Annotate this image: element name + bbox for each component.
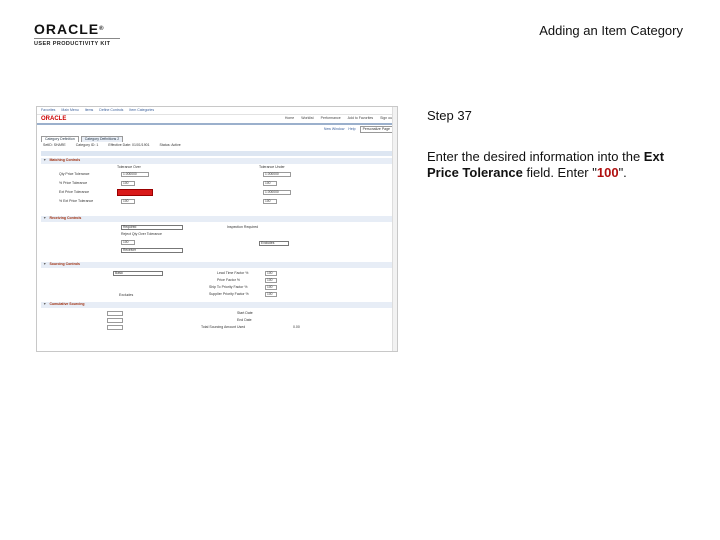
- page-link-row: New Window Help Personalize Page: [37, 125, 397, 134]
- nav-item[interactable]: Item Categories: [129, 108, 154, 113]
- receiving-required-select[interactable]: Required: [121, 224, 183, 230]
- help-link[interactable]: Help: [348, 127, 355, 132]
- header-link-add-favorites[interactable]: Add to Favorites: [348, 117, 373, 121]
- nav-item[interactable]: Favorites: [41, 108, 55, 113]
- total-sourcing-amount-value: 0.00: [293, 324, 300, 329]
- inspection-required-checkbox[interactable]: Inspection Required: [227, 225, 258, 230]
- ext-price-tolerance-label: Ext Price Tolerance: [59, 189, 90, 194]
- header-links: Home Worklist Performance Add to Favorit…: [285, 117, 393, 121]
- header-link-worklist[interactable]: Worklist: [301, 117, 313, 121]
- price-factor-label: Price Factor %: [217, 277, 240, 282]
- logo-subtitle: USER PRODUCTIVITY KIT: [34, 41, 111, 47]
- cumulative-end-date-label: End Date: [237, 317, 252, 322]
- slide-title: Adding an Item Category: [539, 23, 683, 38]
- qty-price-tolerance-label: Qty Price Tolerance: [59, 171, 90, 176]
- nav-item[interactable]: Main Menu: [61, 108, 78, 113]
- ship-to-priority-factor-input[interactable]: 100: [265, 284, 277, 290]
- personalize-page-link[interactable]: Personalize Page: [359, 125, 393, 134]
- cumulative-amount-input[interactable]: [107, 324, 123, 330]
- cumulative-end-date-input[interactable]: [107, 317, 123, 323]
- app-header: ORACLE Home Worklist Performance Add to …: [37, 115, 397, 125]
- pct-price-tolerance-over-input[interactable]: 100: [121, 180, 135, 186]
- header-link-home[interactable]: Home: [285, 117, 294, 121]
- tab-category-definitions-2[interactable]: Category Definitions 2: [80, 135, 124, 142]
- pct-price-tolerance-under-input[interactable]: 100: [263, 180, 277, 186]
- sourcing-body: Basic Lead Time Factor % 100 Price Facto…: [37, 270, 397, 300]
- matching-body: Tolerance Over Tolerance Under Qty Price…: [37, 164, 397, 214]
- qty-price-tolerance-under-input[interactable]: 1.000000: [263, 171, 291, 177]
- setid-field: SetID: SHARE: [43, 143, 66, 147]
- collapse-triangle-icon[interactable]: ▼: [43, 216, 46, 221]
- cumulative-body: Start Date End Date Total Sourcing Amoun…: [37, 310, 397, 336]
- receive-line-select[interactable]: Receiver: [121, 247, 183, 253]
- price-factor-input[interactable]: 100: [265, 277, 277, 283]
- section-sourcing-controls[interactable]: ▼ Sourcing Controls: [41, 261, 393, 268]
- app-screenshot: Favorites Main Menu Items Define Control…: [36, 106, 398, 352]
- step-label: Step 37: [427, 108, 472, 123]
- supplier-priority-factor-input[interactable]: 100: [265, 291, 277, 297]
- section-matching-controls[interactable]: ▼ Matching Controls: [41, 157, 393, 164]
- header-fields: SetID: SHARE Category ID: 1 Effective Da…: [37, 142, 397, 150]
- receiving-body: Required Reject Qty Over Tolerance 100 R…: [37, 224, 397, 260]
- page-tabs: Category Definition Category Definitions…: [37, 134, 397, 142]
- category-id-field: Category ID: 1: [75, 143, 99, 147]
- vertical-scrollbar[interactable]: [392, 107, 397, 351]
- logo-divider: [34, 38, 120, 39]
- ext-price-tolerance-under-input[interactable]: 1.000000: [263, 189, 291, 195]
- reject-qty-over-tolerance-checkbox[interactable]: Reject Qty Over Tolerance: [121, 232, 162, 237]
- inspection-select[interactable]: Excludes: [259, 240, 289, 246]
- detail-strip: [41, 150, 393, 156]
- lead-time-factor-input[interactable]: 100: [265, 270, 277, 276]
- pct-ext-price-tolerance-label: % Ext Price Tolerance: [59, 198, 94, 203]
- lead-time-factor-label: Lead Time Factor %: [217, 270, 249, 275]
- qty-price-tolerance-over-input[interactable]: 1.000000: [121, 171, 149, 177]
- total-sourcing-amount-label: Total Sourcing Amount Used: [201, 324, 246, 329]
- effective-date-field: Effective Date: 01/01/1901: [108, 143, 150, 147]
- collapse-triangle-icon[interactable]: ▼: [43, 302, 46, 307]
- new-window-link[interactable]: New Window: [324, 127, 344, 132]
- pct-ext-price-tolerance-under-input[interactable]: 100: [263, 198, 277, 204]
- ship-to-priority-factor-label: Ship To Priority Factor %: [209, 284, 248, 289]
- tab-category-definition[interactable]: Category Definition: [41, 135, 79, 142]
- cumulative-start-date-label: Start Date: [237, 310, 253, 315]
- nav-item[interactable]: Items: [85, 108, 94, 113]
- tolerance-under-header: Tolerance Under: [259, 164, 285, 169]
- logo-wordmark: ORACLE®: [34, 21, 105, 37]
- nav-item[interactable]: Define Controls: [99, 108, 123, 113]
- section-cumulative-sourcing[interactable]: ▼ Cumulative Sourcing: [41, 301, 393, 308]
- ext-price-tolerance-over-input[interactable]: [117, 188, 153, 196]
- supplier-priority-factor-label: Supplier Priority Factor %: [209, 291, 249, 296]
- pct-ext-price-tolerance-over-input[interactable]: 100: [121, 198, 135, 204]
- oracle-upk-logo: ORACLE® USER PRODUCTIVITY KIT: [34, 22, 134, 47]
- app-brand-logo: ORACLE: [41, 116, 67, 122]
- breadcrumb-nav: Favorites Main Menu Items Define Control…: [37, 107, 397, 115]
- pct-price-tolerance-label: % Price Tolerance: [59, 180, 88, 185]
- header-link-performance[interactable]: Performance: [321, 117, 341, 121]
- excludes-link[interactable]: Excludes: [119, 293, 133, 298]
- status-field: Status: Active: [159, 143, 181, 147]
- tolerance-over-header: Tolerance Over: [117, 164, 141, 169]
- step-instruction: Enter the desired information into the E…: [427, 149, 665, 180]
- cumulative-start-date-input[interactable]: [107, 310, 123, 316]
- receipt-tolerance-input[interactable]: 100: [121, 239, 135, 245]
- collapse-triangle-icon[interactable]: ▼: [43, 262, 46, 267]
- sourcing-method-select[interactable]: Basic: [113, 270, 163, 276]
- section-receiving-controls[interactable]: ▼ Receiving Controls: [41, 215, 393, 222]
- collapse-triangle-icon[interactable]: ▼: [43, 158, 46, 163]
- value-to-enter: 100: [596, 165, 619, 180]
